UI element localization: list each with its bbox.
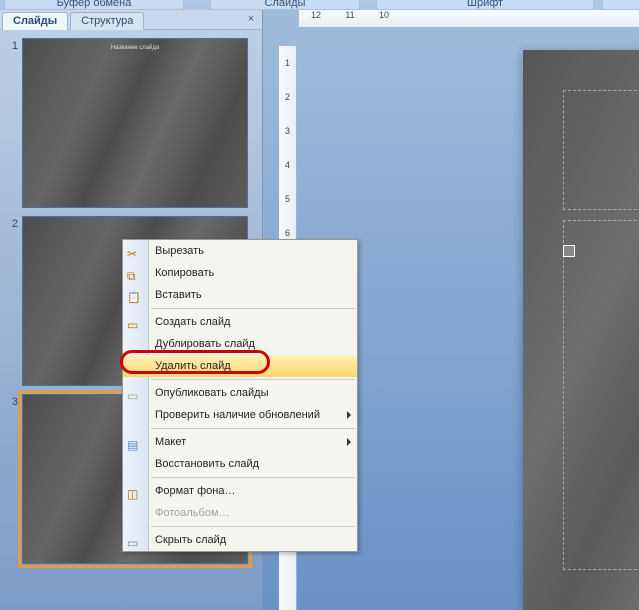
menu-hide-slide[interactable]: Скрыть слайд xyxy=(123,529,357,551)
menu-delete-slide[interactable]: Удалить слайд xyxy=(123,355,357,377)
menu-photoalbum: Фотоальбом… xyxy=(123,502,357,524)
context-menu-separator xyxy=(151,308,355,309)
submenu-arrow-icon xyxy=(347,411,351,419)
context-menu-separator xyxy=(151,526,355,527)
copy-icon xyxy=(127,265,143,281)
new-slide-icon xyxy=(127,314,143,330)
thumb-number: 3 xyxy=(6,394,18,408)
thumb-number: 1 xyxy=(6,38,18,52)
resize-handle[interactable] xyxy=(563,245,575,257)
slide-canvas[interactable] xyxy=(523,50,639,610)
hide-slide-icon xyxy=(127,532,143,548)
submenu-arrow-icon xyxy=(347,438,351,446)
ribbon-group-extra xyxy=(602,0,639,10)
thumb-title: Название слайда xyxy=(111,45,160,51)
horizontal-ruler: 121110 xyxy=(299,10,639,28)
pane-tabs: Слайды Структура × xyxy=(0,10,262,30)
menu-paste[interactable]: Вставить xyxy=(123,284,357,306)
publish-icon xyxy=(127,385,143,401)
ribbon-group-slides: Слайды xyxy=(210,0,360,10)
tab-structure[interactable]: Структура xyxy=(70,12,144,30)
format-bg-icon xyxy=(127,483,143,499)
paste-icon xyxy=(127,287,143,303)
menu-cut[interactable]: Вырезать xyxy=(123,240,357,262)
menu-new-slide[interactable]: Создать слайд xyxy=(123,311,357,333)
context-menu-separator xyxy=(151,379,355,380)
slide-context-menu: Вырезать Копировать Вставить Создать сла… xyxy=(122,239,358,552)
slide-thumbnail-1[interactable]: Название слайда xyxy=(22,38,248,208)
thumb-row-1: 1 Название слайда xyxy=(6,38,256,208)
menu-copy[interactable]: Копировать xyxy=(123,262,357,284)
menu-publish-slides[interactable]: Опубликовать слайды xyxy=(123,382,357,404)
title-placeholder[interactable] xyxy=(563,90,639,210)
context-menu-separator xyxy=(151,428,355,429)
menu-check-updates[interactable]: Проверить наличие обновлений xyxy=(123,404,357,426)
context-menu-separator xyxy=(151,477,355,478)
ribbon-group-clipboard: Буфер обмена xyxy=(4,0,184,10)
close-pane-button[interactable]: × xyxy=(244,12,258,26)
thumb-number: 2 xyxy=(6,216,18,230)
cut-icon xyxy=(127,243,143,259)
menu-format-background[interactable]: Формат фона… xyxy=(123,480,357,502)
ribbon-group-font: Шрифт xyxy=(376,0,594,10)
menu-reset-slide[interactable]: Восстановить слайд xyxy=(123,453,357,475)
content-placeholder[interactable] xyxy=(563,220,639,570)
tab-slides[interactable]: Слайды xyxy=(2,12,68,30)
menu-layout[interactable]: Макет xyxy=(123,431,357,453)
ribbon-group-labels: Буфер обмена Слайды Шрифт xyxy=(0,0,639,10)
layout-icon xyxy=(127,434,143,450)
menu-duplicate-slide[interactable]: Дублировать слайд xyxy=(123,333,357,355)
